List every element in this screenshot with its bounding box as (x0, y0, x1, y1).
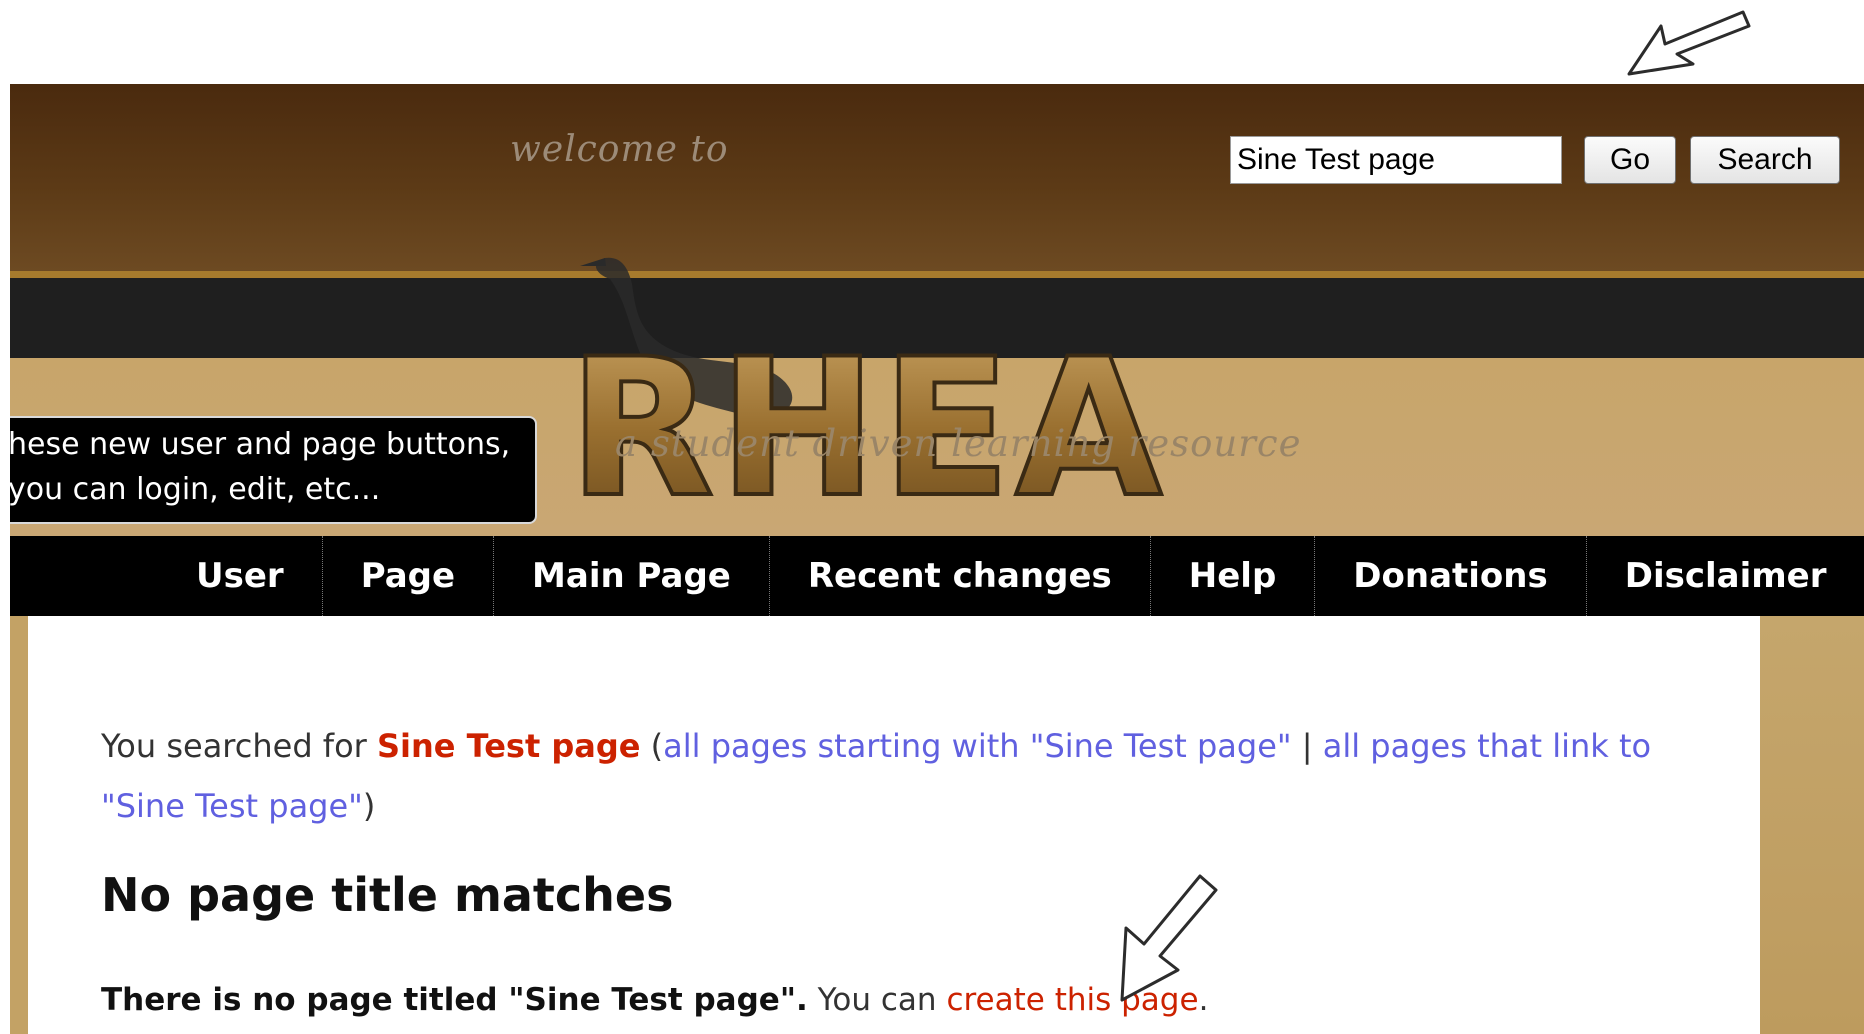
nav-item-help[interactable]: Help (1151, 536, 1316, 616)
link-pages-starting-with[interactable]: all pages starting with "Sine Test page" (663, 727, 1291, 765)
main-nav: User Page Main Page Recent changes Help … (10, 536, 1864, 616)
right-rail (1760, 616, 1864, 1034)
search-input[interactable] (1230, 136, 1562, 184)
tagline: a student driven learning resource (615, 422, 1302, 465)
annotation-arrow-icon (1627, 10, 1751, 76)
annotation-arrow-down-icon (1120, 874, 1218, 1002)
nav-item-user[interactable]: User (158, 536, 323, 616)
link-separator: | (1291, 727, 1323, 765)
close-paren: ) (362, 787, 376, 825)
searched-prefix: You searched for (101, 727, 367, 765)
no-page-bold-text: There is no page titled "Sine Test page"… (101, 982, 808, 1018)
help-tooltip: hese new user and page buttons, you can … (10, 416, 537, 524)
nav-item-donations[interactable]: Donations (1315, 536, 1587, 616)
open-paren: ( (640, 727, 664, 765)
welcome-text: welcome to (510, 129, 729, 170)
nav-item-disclaimer[interactable]: Disclaimer (1587, 536, 1864, 616)
content-area: You searched for Sine Test page (all pag… (28, 616, 1760, 1034)
you-can-text: You can (807, 982, 937, 1018)
go-button[interactable]: Go (1584, 136, 1676, 184)
nav-item-main-page[interactable]: Main Page (494, 536, 770, 616)
page-title: No page title matches (101, 868, 674, 922)
logo-text: RHEA (568, 318, 1166, 524)
no-page-message: There is no page titled "Sine Test page"… (101, 982, 1208, 1018)
left-rail (10, 616, 28, 1034)
tooltip-line-2: you can login, edit, etc... (10, 472, 381, 507)
tooltip-line-1: hese new user and page buttons, (10, 427, 511, 462)
search-term: Sine Test page (376, 727, 641, 765)
search-button[interactable]: Search (1690, 136, 1840, 184)
search-summary: You searched for Sine Test page (all pag… (101, 716, 1701, 836)
site-header: welcome to RHEA a student driven learnin… (10, 84, 1864, 536)
rhea-logo: RHEA (566, 257, 1166, 524)
nav-item-recent-changes[interactable]: Recent changes (770, 536, 1151, 616)
nav-item-page[interactable]: Page (323, 536, 495, 616)
